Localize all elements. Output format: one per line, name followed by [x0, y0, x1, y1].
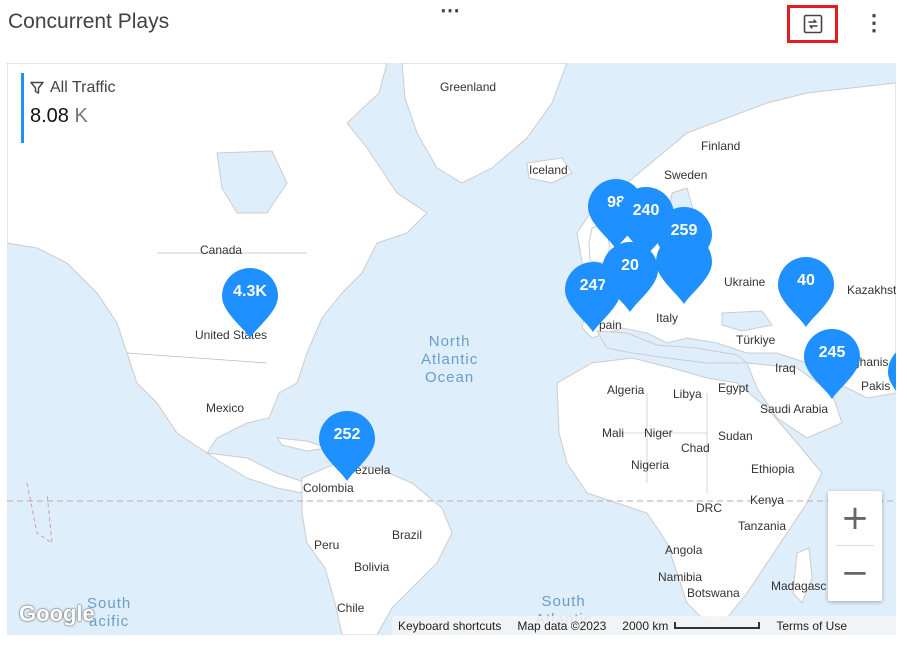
label-ethiopia: Ethiopia [751, 462, 795, 476]
label-niger: Niger [644, 426, 673, 440]
label-mali: Mali [602, 426, 625, 440]
label-angola: Angola [665, 543, 703, 557]
label-botswana: Botswana [687, 586, 740, 600]
marker-value: 245 [818, 344, 846, 361]
refresh-icon [803, 14, 822, 34]
label-nigeria: Nigeria [631, 458, 670, 472]
label-pakistan: Pakis [861, 379, 891, 393]
label-algeria: Algeria [607, 383, 645, 397]
label-libya: Libya [673, 387, 702, 401]
world-map[interactable]: Greenland Iceland Finland Sweden Canada … [7, 63, 896, 635]
drag-handle-icon[interactable]: ⋯ [440, 0, 461, 23]
map-attribution-bar: Keyboard shortcuts Map data ©2023 2000 k… [392, 616, 896, 635]
filter-total-unit: K [74, 105, 88, 127]
label-kazakhstan: Kazakhst [847, 283, 896, 297]
label-ukraine: Ukraine [724, 275, 766, 289]
label-finland: Finland [701, 139, 741, 153]
map-marker-us[interactable]: 4.3K [221, 267, 279, 339]
marker-value: 240 [632, 202, 660, 219]
map-scale[interactable]: 2000 km [622, 618, 761, 633]
label-italy: Italy [656, 311, 679, 325]
label-sweden: Sweden [664, 168, 708, 182]
label-greenland: Greenland [440, 80, 497, 94]
map-scale-label: 2000 km [622, 618, 669, 633]
filter-total-value: 8.08 [30, 105, 69, 127]
ocean-word-3: Ocean [425, 369, 475, 386]
ocean-word-1: North [428, 333, 471, 350]
marker-value: 252 [333, 426, 361, 443]
label-chad: Chad [681, 441, 710, 455]
label-brazil: Brazil [392, 528, 423, 542]
label-madagascar: Madagasc [771, 579, 827, 593]
label-bolivia: Bolivia [354, 560, 390, 574]
keyboard-shortcuts-link[interactable]: Keyboard shortcuts [398, 619, 501, 633]
filter-total: 8.08 K [30, 105, 145, 128]
zoom-controls: + − [828, 491, 882, 601]
filter-icon [30, 81, 44, 94]
label-saudi-arabia: Saudi Arabia [760, 402, 829, 416]
google-logo[interactable]: Google [19, 601, 95, 627]
label-tanzania: Tanzania [738, 519, 787, 533]
marker-value: 4.3K [233, 283, 267, 300]
map-marker-partial[interactable] [887, 343, 896, 415]
label-turkiye: Türkiye [736, 333, 776, 347]
terms-of-use-link[interactable]: Terms of Use [776, 619, 847, 633]
marker-value: 20 [621, 257, 639, 274]
label-namibia: Namibia [658, 570, 703, 584]
map-marker-france[interactable]: 20 [601, 241, 659, 313]
more-options-icon[interactable]: ⋮ [862, 8, 886, 38]
widget-title: Concurrent Plays [8, 10, 170, 33]
map-marker-colombia[interactable]: 252 [318, 410, 376, 482]
label-mexico: Mexico [206, 401, 245, 415]
label-kenya: Kenya [750, 493, 785, 507]
ocean-word-2: Atlantic [421, 351, 479, 368]
label-canada: Canada [200, 243, 243, 257]
label-colombia: Colombia [303, 481, 354, 495]
map-marker-caucasus[interactable]: 40 [777, 256, 835, 328]
label-iceland: Iceland [529, 163, 568, 177]
label-drc: DRC [696, 501, 722, 515]
map-marker-middle-east[interactable]: 245 [803, 328, 861, 400]
map-scale-bar [674, 622, 761, 629]
filter-label: All Traffic [50, 79, 116, 96]
traffic-filter-panel[interactable]: All Traffic 8.08 K [21, 73, 145, 143]
label-north-atlantic: North Atlantic Ocean [421, 333, 478, 387]
map-data-credit: Map data ©2023 [517, 618, 607, 633]
label-egypt: Egypt [718, 381, 749, 395]
zoom-in-button[interactable]: + [828, 491, 882, 545]
label-peru: Peru [314, 538, 340, 552]
zoom-out-button[interactable]: − [828, 546, 882, 600]
label-chile: Chile [337, 601, 365, 615]
refresh-button[interactable] [787, 5, 838, 43]
marker-value: 40 [797, 272, 815, 289]
label-sudan: Sudan [718, 429, 753, 443]
label-iraq: Iraq [775, 361, 796, 375]
